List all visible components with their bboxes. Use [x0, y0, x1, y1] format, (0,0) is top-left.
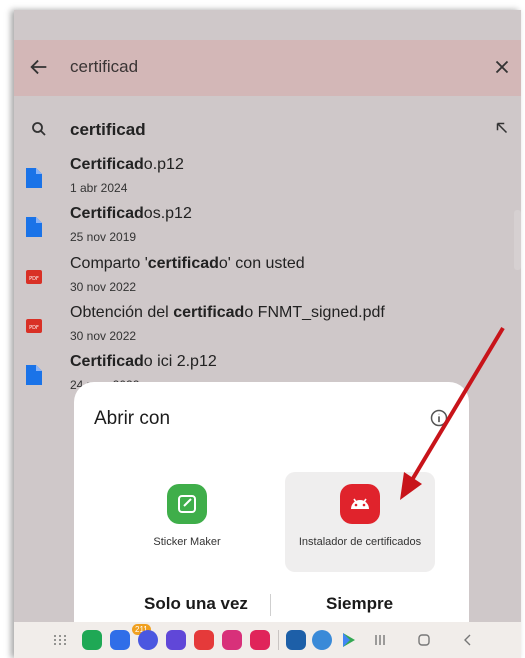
camera-app-icon[interactable] [250, 630, 270, 650]
search-bar: certificad [14, 40, 521, 96]
gallery-app-icon[interactable] [222, 630, 242, 650]
result-name: Comparto 'certificado' con usted [70, 255, 305, 272]
result-name: Certificados.p12 [70, 205, 192, 222]
edge-panel-handle[interactable] [514, 210, 521, 270]
phone-app-icon[interactable] [82, 630, 102, 650]
app-option-certificate-installer[interactable]: Instalador de certificados [285, 472, 435, 572]
dock-divider [278, 630, 279, 650]
play-store-icon[interactable] [338, 630, 358, 650]
close-icon[interactable] [491, 56, 513, 78]
result-item[interactable]: PDF Obtención del certificado FNMT_signe… [14, 304, 521, 352]
result-date: 1 abr 2024 [70, 181, 128, 195]
android-icon [340, 484, 380, 524]
app-icon[interactable] [194, 630, 214, 650]
app-icon[interactable] [312, 630, 332, 650]
result-date: 30 nov 2022 [70, 329, 137, 343]
app-label: Sticker Maker [153, 536, 221, 548]
result-item[interactable]: Certificados.p12 25 nov 2019 [14, 205, 521, 253]
search-suggestion[interactable]: certificad [14, 114, 521, 144]
pdf-icon: PDF [26, 319, 42, 333]
suggestion-text: certificad [70, 120, 146, 139]
just-once-button[interactable]: Solo una vez [144, 594, 248, 614]
button-divider [270, 594, 271, 616]
file-icon [26, 365, 42, 385]
search-icon [32, 122, 46, 136]
svg-text:PDF: PDF [29, 276, 39, 282]
navigation-bar: 211 [14, 622, 521, 658]
result-date: 25 nov 2019 [70, 230, 137, 244]
result-name: Certificado ici 2.p12 [70, 353, 217, 370]
always-button[interactable]: Siempre [326, 594, 393, 614]
back-nav-icon[interactable] [458, 630, 478, 650]
result-item[interactable]: PDF Comparto 'certificado' con usted 30 … [14, 255, 521, 303]
pdf-icon: PDF [26, 270, 42, 284]
dni-app-icon[interactable] [286, 630, 306, 650]
apps-grid-icon[interactable] [50, 630, 70, 650]
search-input[interactable]: certificad [70, 57, 138, 77]
dialog-title: Abrir con [94, 408, 171, 429]
phone-screen: certificad certificad Certificado.p12 1 … [14, 10, 521, 658]
sticker-maker-icon [167, 484, 207, 524]
svg-text:PDF: PDF [29, 325, 39, 331]
result-name: Certificado.p12 [70, 156, 184, 173]
chat-app-icon[interactable] [138, 630, 158, 650]
messages-app-icon[interactable] [110, 630, 130, 650]
open-with-dialog: Abrir con Sticker Maker Instalador de ce… [74, 382, 469, 622]
app-label: Instalador de certificados [298, 536, 422, 548]
home-icon[interactable] [414, 630, 434, 650]
file-icon [26, 168, 42, 188]
recents-icon[interactable] [370, 630, 390, 650]
result-name: Obtención del certificado FNMT_signed.pd… [70, 304, 385, 321]
app-option-sticker-maker[interactable]: Sticker Maker [112, 472, 262, 572]
file-icon [26, 217, 42, 237]
fill-query-arrow-icon[interactable] [493, 119, 511, 137]
result-item[interactable]: Certificado.p12 1 abr 2024 [14, 156, 521, 204]
app-icon[interactable] [166, 630, 186, 650]
back-arrow-icon[interactable] [28, 56, 50, 78]
info-icon[interactable] [429, 408, 449, 428]
result-date: 30 nov 2022 [70, 280, 137, 294]
